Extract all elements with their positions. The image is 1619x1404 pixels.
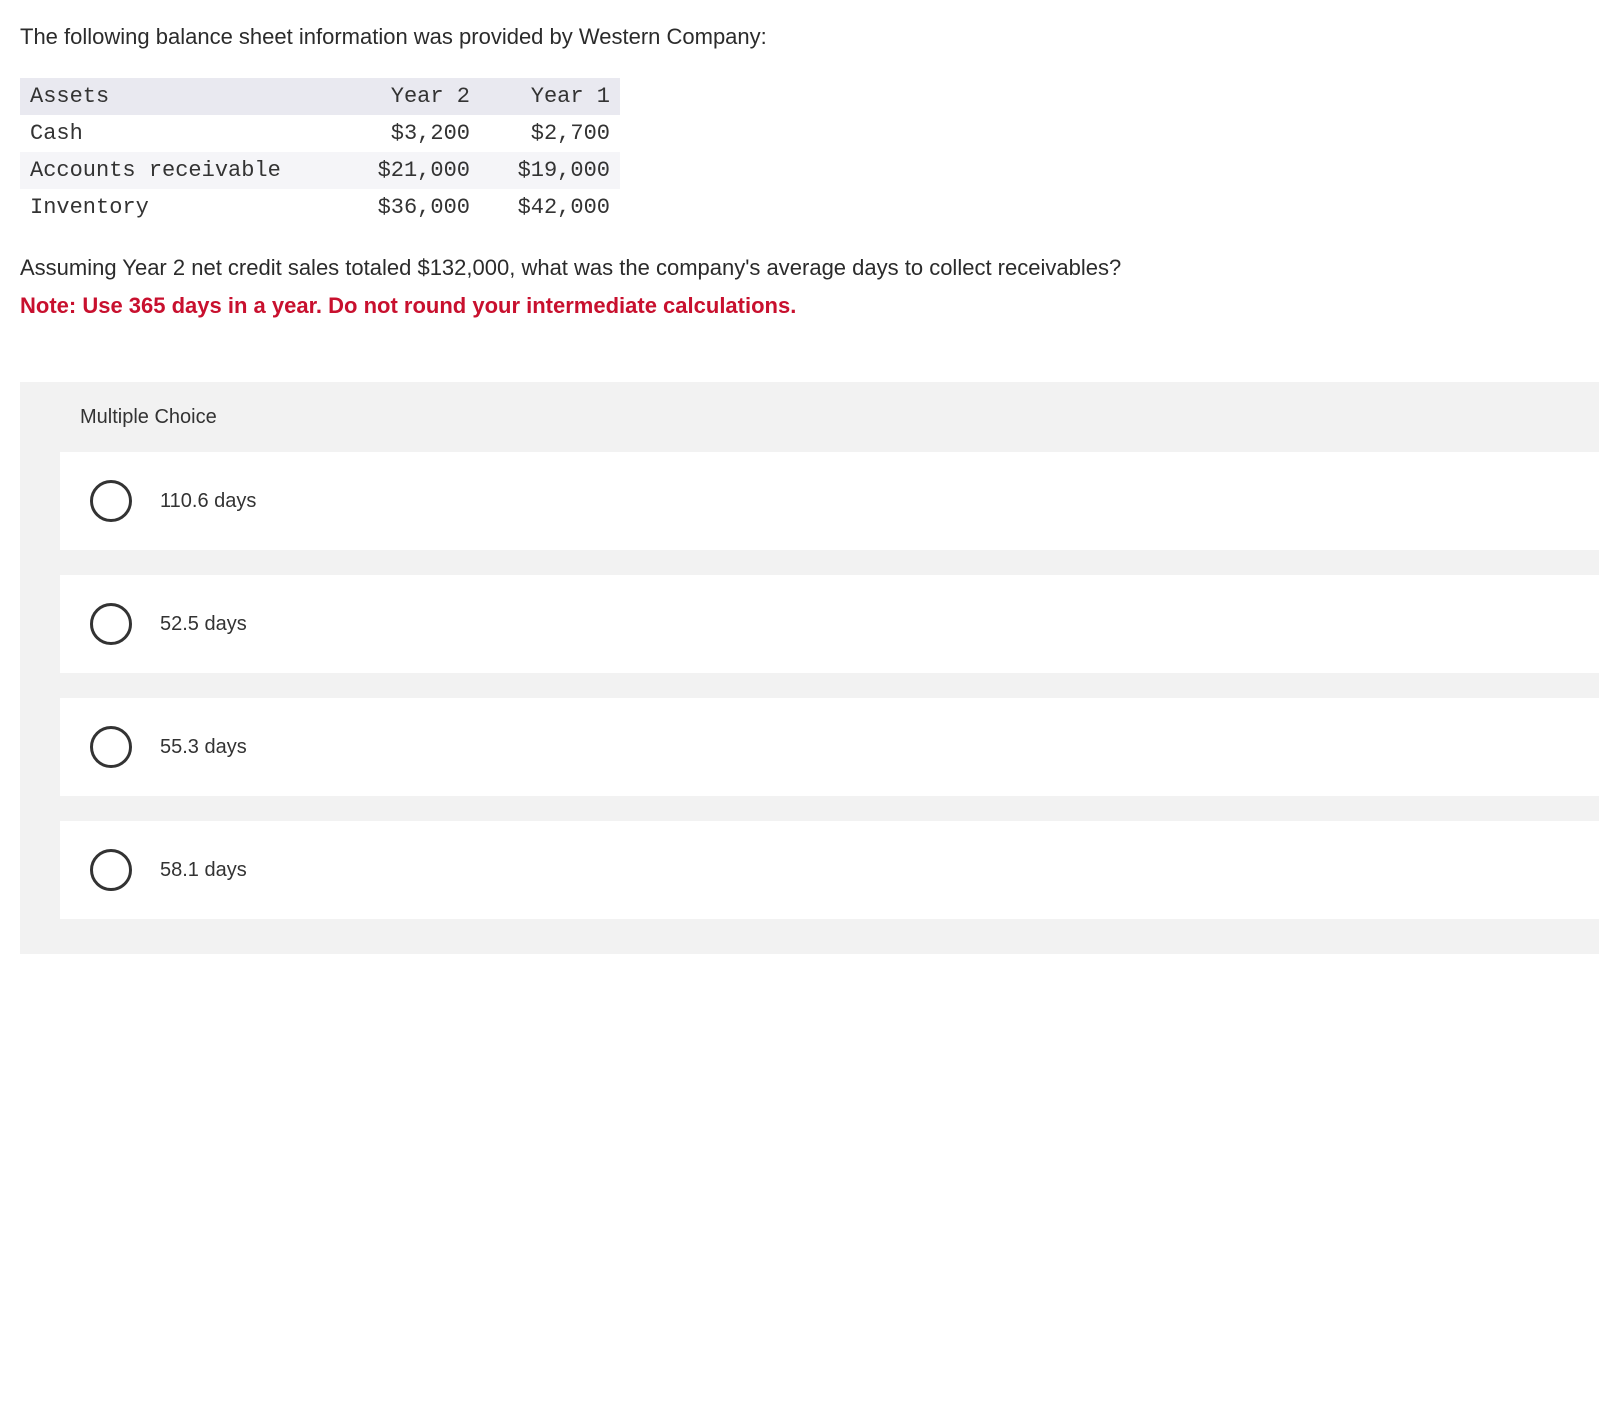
table-row: Accounts receivable $21,000 $19,000	[20, 152, 620, 189]
multiple-choice-label: Multiple Choice	[20, 382, 1599, 452]
option-3[interactable]: 55.3 days	[60, 698, 1599, 796]
note-text: Note: Use 365 days in a year. Do not rou…	[20, 289, 1599, 322]
row-value-y1: $42,000	[480, 189, 620, 226]
multiple-choice-section: Multiple Choice 110.6 days 52.5 days 55.…	[20, 382, 1599, 954]
option-label: 55.3 days	[160, 732, 247, 762]
table-header-year1: Year 1	[480, 78, 620, 115]
table-header-assets: Assets	[20, 78, 340, 115]
option-4[interactable]: 58.1 days	[60, 821, 1599, 919]
option-1[interactable]: 110.6 days	[60, 452, 1599, 550]
option-label: 52.5 days	[160, 609, 247, 639]
question-text: Assuming Year 2 net credit sales totaled…	[20, 251, 1599, 284]
radio-icon[interactable]	[90, 603, 132, 645]
radio-icon[interactable]	[90, 480, 132, 522]
row-value-y2: $3,200	[340, 115, 480, 152]
row-value-y1: $19,000	[480, 152, 620, 189]
row-label: Accounts receivable	[20, 152, 340, 189]
row-value-y2: $36,000	[340, 189, 480, 226]
radio-icon[interactable]	[90, 849, 132, 891]
option-label: 58.1 days	[160, 855, 247, 885]
radio-icon[interactable]	[90, 726, 132, 768]
question-intro: The following balance sheet information …	[20, 20, 1599, 53]
row-label: Inventory	[20, 189, 340, 226]
row-value-y2: $21,000	[340, 152, 480, 189]
table-row: Inventory $36,000 $42,000	[20, 189, 620, 226]
row-value-y1: $2,700	[480, 115, 620, 152]
table-header-row: Assets Year 2 Year 1	[20, 78, 620, 115]
table-row: Cash $3,200 $2,700	[20, 115, 620, 152]
table-header-year2: Year 2	[340, 78, 480, 115]
option-2[interactable]: 52.5 days	[60, 575, 1599, 673]
option-label: 110.6 days	[160, 486, 256, 516]
balance-sheet-table: Assets Year 2 Year 1 Cash $3,200 $2,700 …	[20, 78, 620, 226]
row-label: Cash	[20, 115, 340, 152]
